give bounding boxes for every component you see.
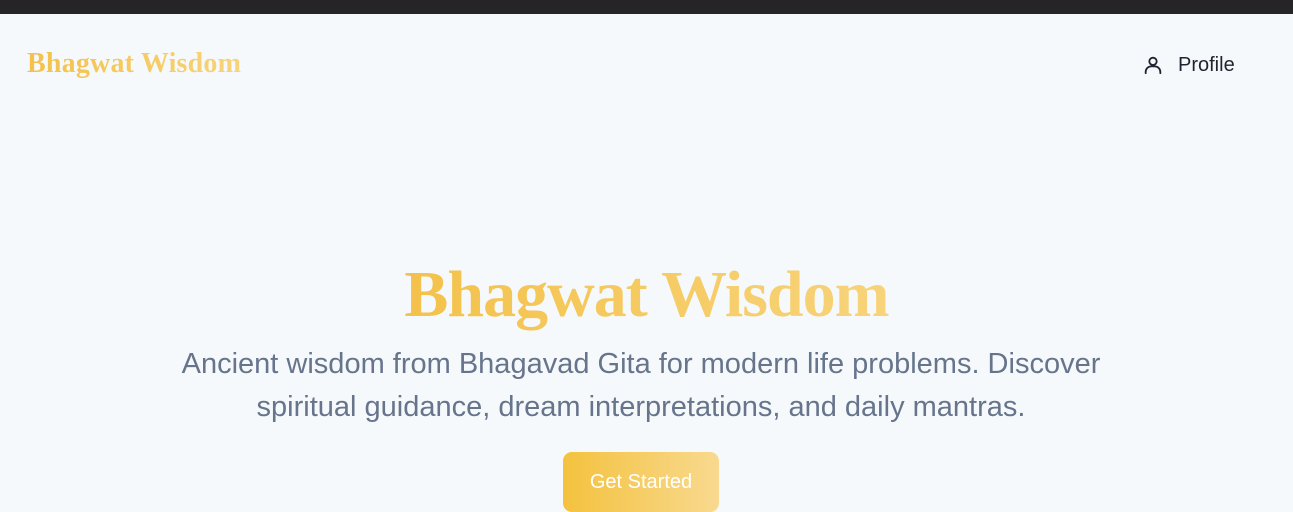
- user-icon: [1140, 52, 1166, 78]
- window-top-strip: [0, 0, 1293, 14]
- get-started-button[interactable]: Get Started: [563, 452, 719, 512]
- profile-link[interactable]: Profile: [1140, 50, 1235, 80]
- hero-subtitle: Ancient wisdom from Bhagavad Gita for mo…: [181, 348, 1101, 423]
- hero-title: Bhagwat Wisdom: [0, 256, 1293, 334]
- hero-title-text: Bhagwat Wisdom: [404, 258, 889, 331]
- navbar: Bhagwat Wisdom Profile: [0, 14, 1293, 117]
- profile-label: Profile: [1178, 54, 1235, 76]
- brand-logo[interactable]: Bhagwat Wisdom: [27, 47, 241, 81]
